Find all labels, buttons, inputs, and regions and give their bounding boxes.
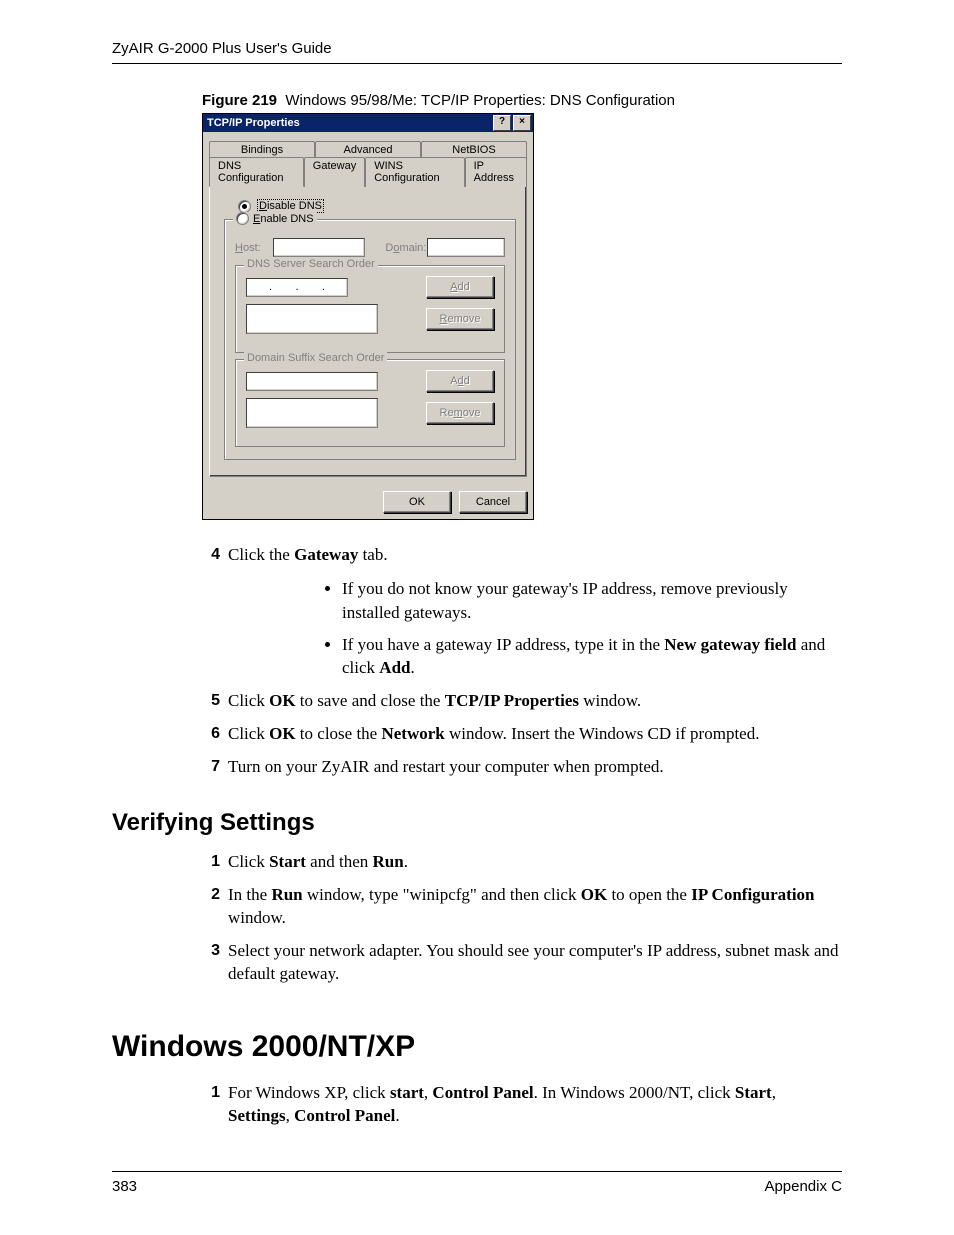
step-7: 7 Turn on your ZyAIR and restart your co… [202,756,842,779]
suffix-input[interactable] [246,372,378,391]
step-6: 6 Click OK to close the Network window. … [202,723,842,746]
host-input[interactable] [273,238,365,257]
suffix-add-button[interactable]: Add [426,370,494,392]
dns-server-search-order-group: DNS Server Search Order ... Add Remove [235,265,505,353]
dns-list[interactable] [246,304,378,334]
tab-gateway[interactable]: Gateway [304,157,365,187]
figure-number: Figure 219 [202,92,277,109]
dialog-title: TCP/IP Properties [207,117,491,129]
step-number: 5 [202,690,220,713]
step-number: 7 [202,756,220,779]
verify-step-1: 1 Click Start and then Run. [202,851,842,874]
enable-dns-radio[interactable] [236,212,249,225]
disable-dns-row[interactable]: Disable DNS [238,199,516,213]
tab-bindings[interactable]: Bindings [209,141,315,158]
suffix-list[interactable] [246,398,378,428]
tab-wins-configuration[interactable]: WINS Configuration [365,157,464,187]
domain-suffix-search-order-group: Domain Suffix Search Order Add Remove [235,359,505,447]
figure-title: Windows 95/98/Me: TCP/IP Properties: DNS… [285,92,675,109]
step-number: 1 [202,1082,220,1128]
help-button[interactable]: ? [493,115,511,131]
verify-step-3: 3 Select your network adapter. You shoul… [202,940,842,986]
cancel-button[interactable]: Cancel [459,491,527,513]
bullet: If you do not know your gateway's IP add… [342,577,842,625]
enable-dns-label: Enable DNS [253,213,314,225]
page-footer: 383 Appendix C [112,1171,842,1195]
host-label: Host: [235,242,273,254]
dns-remove-button[interactable]: Remove [426,308,494,330]
step-number: 4 [202,544,220,567]
disable-dns-radio[interactable] [238,200,251,213]
step-5: 5 Click OK to save and close the TCP/IP … [202,690,842,713]
tab-ip-address[interactable]: IP Address [465,157,527,187]
verify-step-2: 2 In the Run window, type "winipcfg" and… [202,884,842,930]
dns-ip-input[interactable]: ... [246,278,348,297]
dns-configuration-pane: Disable DNS Enable DNS Host: Domain: [209,186,527,477]
disable-dns-label: Disable DNS [257,199,324,213]
figure-caption: Figure 219 Windows 95/98/Me: TCP/IP Prop… [202,92,842,109]
win2k-step-1: 1 For Windows XP, click start, Control P… [202,1082,842,1128]
step-4: 4 Click the Gateway tab. [202,544,842,567]
heading-windows-2000-nt-xp: Windows 2000/NT/XP [112,1030,842,1064]
dns-server-legend: DNS Server Search Order [244,258,378,270]
tab-dns-configuration[interactable]: DNS Configuration [209,157,304,187]
tab-advanced[interactable]: Advanced [315,141,421,158]
step-number: 2 [202,884,220,930]
step-number: 1 [202,851,220,874]
dialog-titlebar: TCP/IP Properties ? × [203,114,533,132]
page-number: 383 [112,1178,137,1195]
domain-label: Domain: [385,242,427,254]
running-header: ZyAIR G-2000 Plus User's Guide [112,40,842,64]
bullet: If you have a gateway IP address, type i… [342,633,842,681]
domain-input[interactable] [427,238,505,257]
suffix-remove-button[interactable]: Remove [426,402,494,424]
dns-add-button[interactable]: Add [426,276,494,298]
enable-dns-legend: Enable DNS [233,212,317,228]
dialog-tabs: Bindings Advanced NetBIOS DNS Configurat… [209,140,527,187]
tcpip-properties-dialog: TCP/IP Properties ? × Bindings Advanced … [202,113,534,520]
domain-suffix-legend: Domain Suffix Search Order [244,352,387,364]
tab-netbios[interactable]: NetBIOS [421,141,527,158]
enable-dns-group: Enable DNS Host: Domain: DNS Server Sear… [224,219,516,460]
step-number: 3 [202,940,220,986]
dialog-body: Bindings Advanced NetBIOS DNS Configurat… [203,132,533,483]
ok-button[interactable]: OK [383,491,451,513]
dialog-footer: OK Cancel [203,483,533,519]
step-4-bullets: If you do not know your gateway's IP add… [342,577,842,680]
appendix-label: Appendix C [764,1178,842,1195]
close-button[interactable]: × [513,115,531,131]
step-number: 6 [202,723,220,746]
heading-verifying-settings: Verifying Settings [112,809,842,837]
